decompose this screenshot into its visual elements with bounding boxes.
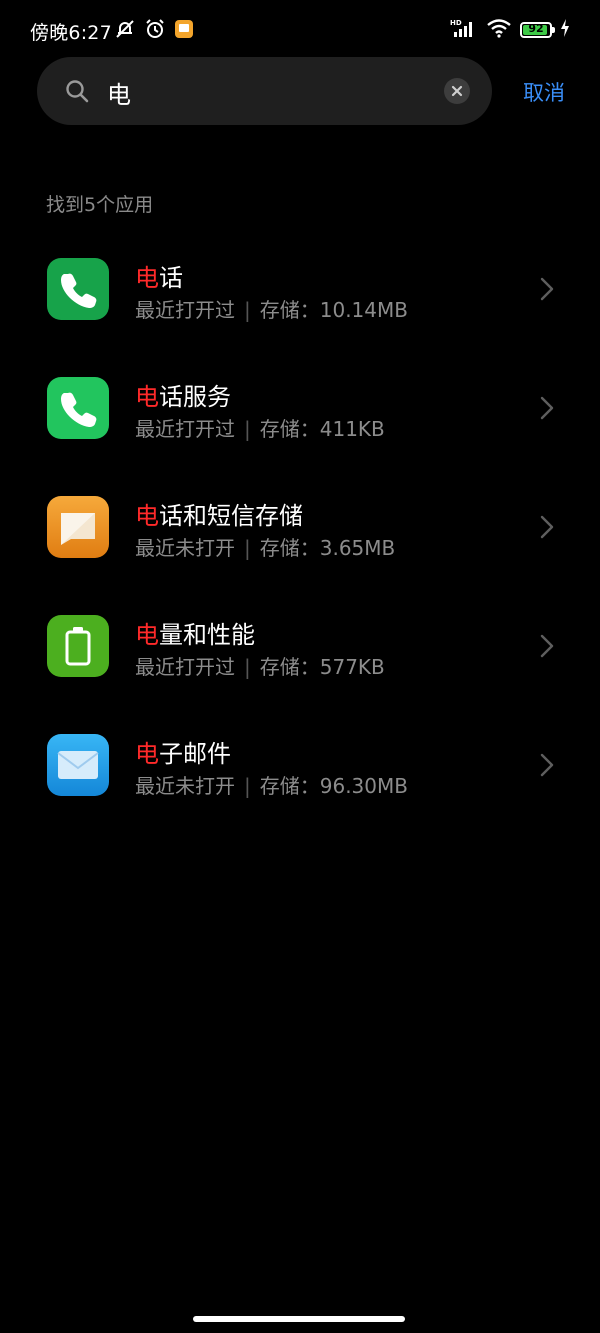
- close-icon: [451, 85, 463, 97]
- search-bar[interactable]: 电: [37, 57, 492, 125]
- list-item[interactable]: 电话和短信存储 最近未打开 | 存储：3.65MB: [0, 476, 600, 594]
- home-indicator[interactable]: [193, 1316, 405, 1322]
- charging-icon: [560, 19, 570, 41]
- wifi-icon: [486, 18, 512, 42]
- list-item[interactable]: 电子邮件 最近未打开 | 存储：96.30MB: [0, 714, 600, 832]
- app-meta: 最近打开过 | 存储：10.14MB: [135, 294, 408, 323]
- separator: |: [244, 536, 251, 560]
- chevron-right-icon: [538, 752, 556, 782]
- name-rest: 话服务: [159, 383, 231, 411]
- app-name: 电话服务: [135, 377, 231, 412]
- separator: |: [244, 298, 251, 322]
- results-count: 找到5个应用: [46, 194, 154, 216]
- app-name: 电话: [135, 258, 183, 293]
- storage-label: 存储：: [259, 417, 320, 441]
- app-meta: 最近未打开 | 存储：96.30MB: [135, 770, 408, 799]
- search-icon: [65, 79, 89, 107]
- app-meta: 最近未打开 | 存储：3.65MB: [135, 532, 395, 561]
- name-highlight: 电: [135, 264, 159, 292]
- phone-icon: [47, 258, 109, 320]
- chevron-right-icon: [538, 633, 556, 663]
- app-name: 电话和短信存储: [135, 496, 303, 531]
- separator: |: [244, 417, 251, 441]
- open-status: 最近未打开: [135, 536, 235, 560]
- battery-icon: 92: [520, 22, 555, 38]
- name-rest: 话和短信存储: [159, 502, 303, 530]
- storage-label: 存储：: [259, 774, 320, 798]
- app-name: 电量和性能: [135, 615, 255, 650]
- status-right-icons: HD 92: [450, 18, 570, 42]
- storage-label: 存储：: [259, 298, 320, 322]
- name-highlight: 电: [135, 621, 159, 649]
- app-name: 电子邮件: [135, 734, 231, 769]
- name-rest: 话: [159, 264, 183, 292]
- email-icon: [47, 734, 109, 796]
- separator: |: [244, 774, 251, 798]
- storage-size: 96.30MB: [319, 774, 408, 798]
- list-item[interactable]: 电话 最近打开过 | 存储：10.14MB: [0, 238, 600, 356]
- name-highlight: 电: [135, 383, 159, 411]
- mute-notification-icon: [114, 18, 136, 44]
- storage-size: 3.65MB: [319, 536, 396, 560]
- app-meta: 最近打开过 | 存储：577KB: [135, 651, 385, 680]
- status-time: 傍晚6:27: [30, 22, 112, 44]
- open-status: 最近打开过: [135, 655, 235, 679]
- battery-level: 92: [528, 22, 544, 35]
- hd-label: HD: [450, 19, 462, 27]
- message-storage-icon: [47, 496, 109, 558]
- notification-app-icon: [174, 19, 194, 43]
- open-status: 最近打开过: [135, 417, 235, 441]
- storage-label: 存储：: [259, 655, 320, 679]
- status-bar: 傍晚6:27 HD 92: [0, 0, 600, 62]
- list-item[interactable]: 电量和性能 最近打开过 | 存储：577KB: [0, 595, 600, 713]
- name-highlight: 电: [135, 502, 159, 530]
- name-rest: 量和性能: [159, 621, 255, 649]
- app-meta: 最近打开过 | 存储：411KB: [135, 413, 385, 442]
- storage-label: 存储：: [259, 536, 320, 560]
- chevron-right-icon: [538, 395, 556, 425]
- status-left-icons: [114, 18, 194, 44]
- alarm-icon: [144, 18, 166, 44]
- open-status: 最近未打开: [135, 774, 235, 798]
- name-highlight: 电: [135, 740, 159, 768]
- clear-search-button[interactable]: [444, 78, 470, 104]
- separator: |: [244, 655, 251, 679]
- chevron-right-icon: [538, 276, 556, 306]
- cellular-signal-icon: HD: [450, 18, 478, 42]
- storage-size: 10.14MB: [319, 298, 408, 322]
- cancel-button[interactable]: 取消: [523, 77, 565, 107]
- name-rest: 子邮件: [159, 740, 231, 768]
- storage-size: 577KB: [319, 655, 385, 679]
- list-item[interactable]: 电话服务 最近打开过 | 存储：411KB: [0, 357, 600, 475]
- phone-services-icon: [47, 377, 109, 439]
- search-input[interactable]: 电: [107, 75, 131, 110]
- storage-size: 411KB: [319, 417, 385, 441]
- chevron-right-icon: [538, 514, 556, 544]
- battery-performance-icon: [47, 615, 109, 677]
- open-status: 最近打开过: [135, 298, 235, 322]
